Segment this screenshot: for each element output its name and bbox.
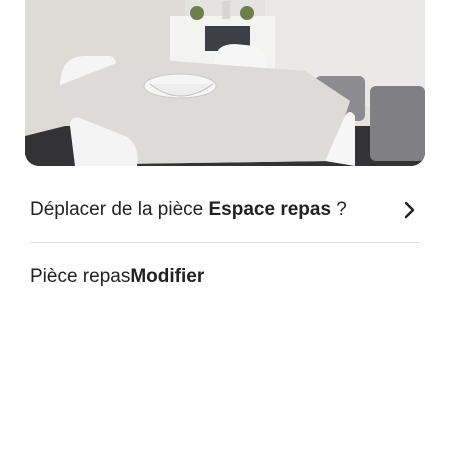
move-room-name: Espace repas [208,199,332,220]
page: Déplacer de la pièce Espace repas ? Pièc… [0,0,450,450]
room-row: Pièce repas Modifier [30,262,204,292]
move-room-prefix: Déplacer de la pièce [30,199,209,220]
dining-room-image [25,0,425,166]
divider [30,242,420,243]
move-room-text: Déplacer de la pièce Espace repas ? [30,199,347,221]
chevron-right-icon[interactable] [400,200,420,220]
move-room-row[interactable]: Déplacer de la pièce Espace repas ? [30,190,420,230]
dining-room-photo [25,0,425,166]
modify-room-button[interactable]: Modifier [130,266,204,288]
move-room-suffix: ? [331,199,347,220]
room-label: Pièce repas [30,266,131,287]
